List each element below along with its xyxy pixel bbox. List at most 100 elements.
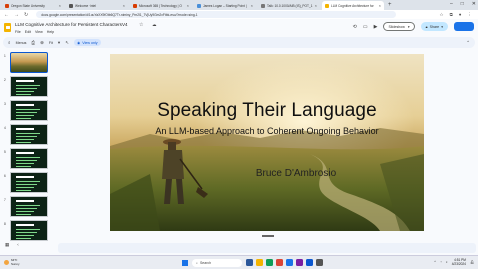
comments-icon[interactable]: ▭ bbox=[363, 24, 368, 30]
account-button[interactable] bbox=[454, 22, 474, 31]
browser-tab[interactable]: Oregon State University × bbox=[2, 1, 64, 10]
filmstrip-slide[interactable]: 7 bbox=[0, 196, 54, 220]
wifi-icon[interactable]: ◔ bbox=[440, 260, 442, 264]
filmstrip-slide[interactable]: 3 bbox=[0, 100, 54, 124]
view-only-badge[interactable]: ◉ View only bbox=[74, 39, 101, 46]
pointer-icon[interactable]: ↖ bbox=[65, 40, 69, 46]
close-tab-icon[interactable]: × bbox=[379, 3, 381, 8]
zoom-select[interactable]: Fit bbox=[49, 41, 53, 45]
taskbar-app-icon[interactable] bbox=[276, 259, 283, 266]
current-slide[interactable]: Speaking Their Language An LLM-based App… bbox=[110, 54, 424, 231]
close-tab-icon[interactable]: × bbox=[123, 3, 125, 8]
speaker-notes-panel[interactable] bbox=[58, 243, 476, 253]
slide-thumbnail[interactable] bbox=[10, 220, 48, 241]
maximize-button[interactable]: □ bbox=[461, 1, 464, 7]
taskbar-app-icon[interactable] bbox=[286, 259, 293, 266]
menus-label[interactable]: Menus bbox=[16, 41, 27, 45]
star-icon[interactable]: ☆ bbox=[139, 22, 143, 28]
close-tab-icon[interactable]: × bbox=[187, 3, 189, 8]
slide-thumbnail[interactable] bbox=[10, 76, 48, 97]
taskbar-app-icon[interactable] bbox=[306, 259, 313, 266]
bookmark-star-icon[interactable]: ☆ bbox=[440, 12, 444, 18]
reload-icon[interactable]: ↻ bbox=[24, 12, 28, 18]
close-tab-icon[interactable]: × bbox=[251, 3, 253, 8]
slide-author: Bruce D'Ambrosio bbox=[255, 168, 337, 179]
tab-title: LLM Cognitive Architecture for bbox=[331, 3, 374, 8]
slideshow-button[interactable]: Slideshow ▾ bbox=[383, 22, 415, 31]
grid-view-icon[interactable]: ▦ bbox=[5, 242, 9, 250]
thumbnail-heading bbox=[16, 80, 34, 82]
chevron-down-icon[interactable]: ▾ bbox=[58, 40, 60, 46]
thumbnail-line bbox=[16, 211, 34, 212]
slide-thumbnail[interactable] bbox=[10, 52, 48, 73]
history-icon[interactable]: ⟲ bbox=[353, 24, 357, 30]
volume-icon[interactable]: ◖ bbox=[446, 260, 448, 264]
thumbnail-heading bbox=[16, 128, 34, 130]
thumbnail-line bbox=[16, 166, 31, 167]
slide-thumbnail[interactable] bbox=[10, 172, 48, 193]
slide-number: 7 bbox=[4, 198, 6, 202]
clock-date: 4/23/2024 bbox=[451, 262, 466, 266]
browser-tab[interactable]: Welcome ·intel × bbox=[66, 1, 128, 10]
close-tab-icon[interactable]: × bbox=[59, 3, 61, 8]
thumbnail-line bbox=[16, 238, 31, 239]
thumbnail-photo bbox=[11, 53, 47, 72]
taskbar-app-icon[interactable] bbox=[256, 259, 263, 266]
extensions-icon[interactable]: ⧉ bbox=[450, 12, 453, 18]
browser-menu-icon[interactable]: ⋮ bbox=[468, 12, 473, 18]
slides-header: LLM Cognitive Architecture for Persisten… bbox=[0, 19, 478, 36]
taskbar-app-icon[interactable] bbox=[296, 259, 303, 266]
thumbnail-line bbox=[16, 112, 37, 113]
collapse-icon[interactable]: ⌃ bbox=[466, 40, 470, 46]
filmstrip-slide[interactable]: 6 bbox=[0, 172, 54, 196]
back-icon[interactable]: ← bbox=[4, 12, 9, 18]
profile-icon[interactable]: ● bbox=[459, 12, 462, 18]
notification-bell-icon[interactable]: 🔔︎ bbox=[470, 260, 474, 264]
search-menus-icon[interactable]: ⌕ bbox=[8, 40, 11, 45]
slide-thumbnail[interactable] bbox=[10, 196, 48, 217]
close-tab-icon[interactable]: × bbox=[315, 3, 317, 8]
menu-file[interactable]: File bbox=[15, 30, 21, 34]
zoom-icon[interactable]: ⊕ bbox=[40, 40, 44, 46]
close-window-button[interactable]: ✕ bbox=[472, 1, 476, 7]
share-button[interactable]: 🔒︎ Share ▾ bbox=[420, 22, 448, 31]
weather-widget[interactable]: 64°F Sunny bbox=[4, 258, 20, 266]
print-icon[interactable]: ⎙ bbox=[31, 40, 35, 45]
slides-logo-icon[interactable] bbox=[4, 23, 11, 32]
slide-thumbnail[interactable] bbox=[10, 124, 48, 145]
clock[interactable]: 4:51 PM 4/23/2024 bbox=[452, 258, 466, 266]
menu-edit[interactable]: Edit bbox=[25, 30, 31, 34]
browser-tab[interactable]: Microsoft 365 | Technology | O × bbox=[130, 1, 192, 10]
browser-tab[interactable]: James Logan – Starting Point | × bbox=[194, 1, 256, 10]
notes-resize-handle[interactable] bbox=[262, 235, 274, 237]
collapse-panel-icon[interactable]: ‹ bbox=[17, 242, 19, 250]
browser-tab[interactable]: Talk: 10.0.1000/AIB (IS)_POT_1 × bbox=[258, 1, 320, 10]
thumbnail-line bbox=[16, 88, 37, 89]
filmstrip-slide[interactable]: 1 bbox=[0, 52, 54, 76]
tab-favicon bbox=[325, 3, 329, 8]
filmstrip-slide[interactable]: 5 bbox=[0, 148, 54, 172]
menu-help[interactable]: Help bbox=[47, 30, 54, 34]
browser-tab-active[interactable]: LLM Cognitive Architecture for × bbox=[322, 1, 384, 10]
meet-icon[interactable]: ▶ bbox=[374, 24, 378, 30]
slide-thumbnail[interactable] bbox=[10, 100, 48, 121]
forward-icon[interactable]: → bbox=[14, 12, 19, 18]
taskbar-search[interactable]: ⌕ Search bbox=[192, 259, 242, 267]
chevron-up-icon[interactable]: ^ bbox=[434, 260, 436, 264]
minimize-button[interactable]: – bbox=[450, 1, 453, 7]
menu-view[interactable]: View bbox=[35, 30, 43, 34]
filmstrip-slide[interactable]: 4 bbox=[0, 124, 54, 148]
thumbnail-line bbox=[16, 94, 31, 95]
taskbar-app-icon[interactable] bbox=[266, 259, 273, 266]
new-tab-button[interactable]: + bbox=[388, 1, 392, 10]
tab-title: Microsoft 365 | Technology | O bbox=[139, 3, 182, 8]
taskbar-app-icon[interactable] bbox=[246, 259, 253, 266]
windows-start-icon[interactable] bbox=[182, 260, 188, 266]
taskbar-app-icon[interactable] bbox=[316, 259, 323, 266]
filmstrip-slide[interactable]: 2 bbox=[0, 76, 54, 100]
slide-thumbnail[interactable] bbox=[10, 148, 48, 169]
address-bar[interactable]: docs.google.com/presentation/d/1ouYaXX9f… bbox=[36, 11, 397, 18]
document-title[interactable]: LLM Cognitive Architecture for Persisten… bbox=[15, 22, 128, 27]
filmstrip-slide[interactable]: 8 bbox=[0, 220, 54, 244]
tab-title: James Logan – Starting Point | bbox=[203, 3, 247, 8]
